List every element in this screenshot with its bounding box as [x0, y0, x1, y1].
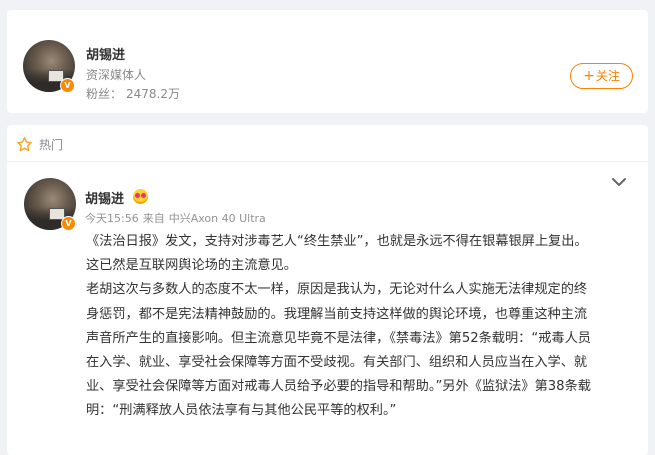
fans-label: 粉丝：: [86, 87, 123, 101]
post-author-name[interactable]: 胡锡进: [85, 188, 124, 207]
post-source: 中兴Axon 40 Ultra: [168, 212, 266, 225]
fans-count: 2478.2万: [126, 87, 181, 101]
section-divider: [7, 161, 648, 162]
hot-section-label: 热门: [39, 137, 64, 152]
profile-fans: 粉丝： 2478.2万: [86, 85, 180, 102]
feed-card: 热门 V 胡锡进 今天15:56 来自 中兴Axon 40 Ultra 《法治日报》…: [7, 125, 648, 455]
profile-card: V 胡锡进 资深媒体人 粉丝： 2478.2万 +关注: [7, 10, 648, 113]
post-meta: 今天15:56 来自 中兴Axon 40 Ultra: [85, 210, 270, 226]
post-source-prefix: 来自: [142, 212, 165, 225]
profile-name[interactable]: 胡锡进: [86, 44, 125, 63]
post-time[interactable]: 今天15:56: [85, 212, 139, 225]
heart-eyes-emoji-icon: [133, 189, 148, 204]
hot-section-header: 热门: [16, 135, 63, 153]
verified-v-icon: V: [60, 78, 75, 93]
plus-icon: +: [583, 68, 595, 84]
post-body: 《法治日报》发文，支持对涉毒艺人“终生禁业”，也就是永远不得在银幕银屏上复出。 …: [86, 234, 591, 419]
profile-description: 资深媒体人: [86, 68, 147, 82]
follow-button[interactable]: +关注: [570, 63, 633, 89]
star-icon: [17, 136, 32, 151]
follow-label: 关注: [595, 69, 620, 83]
chevron-down-icon[interactable]: [611, 176, 627, 188]
verified-v-icon: V: [61, 216, 76, 231]
